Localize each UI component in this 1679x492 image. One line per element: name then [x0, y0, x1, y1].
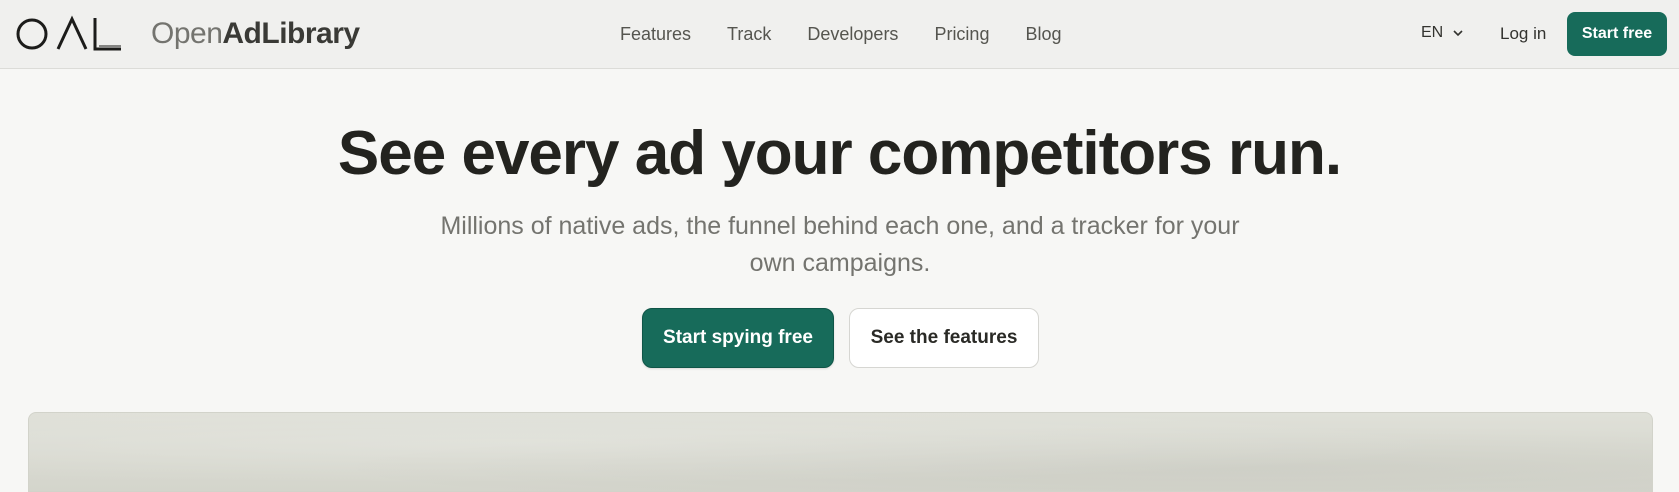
- brand-name-light: Open: [151, 17, 223, 50]
- top-navbar: OpenAdLibrary Features Track Developers …: [0, 0, 1679, 69]
- start-free-button[interactable]: Start free: [1567, 12, 1667, 56]
- login-link[interactable]: Log in: [1500, 24, 1546, 44]
- chevron-down-icon: [1453, 29, 1463, 36]
- nav-link-track[interactable]: Track: [727, 24, 771, 45]
- preview-texture: [29, 413, 1652, 491]
- hero-cta-row: Start spying free See the features: [642, 308, 1039, 368]
- hero-title: See every ad your competitors run.: [337, 119, 1342, 188]
- see-features-button[interactable]: See the features: [849, 308, 1039, 368]
- hero-subtitle: Millions of native ads, the funnel behin…: [440, 212, 1240, 277]
- nav-link-features[interactable]: Features: [620, 24, 691, 45]
- brand-logo-link[interactable]: OpenAdLibrary: [15, 14, 360, 54]
- product-preview-image: [28, 412, 1653, 492]
- brand-name-bold: AdLibrary: [222, 17, 360, 50]
- nav-link-pricing[interactable]: Pricing: [934, 24, 989, 45]
- brand-mark-icon: [16, 15, 121, 51]
- main-nav: Features Track Developers Pricing Blog: [620, 0, 1062, 69]
- brand-name: OpenAdLibrary: [151, 17, 360, 51]
- nav-link-developers[interactable]: Developers: [807, 24, 898, 45]
- nav-link-blog[interactable]: Blog: [1025, 24, 1061, 45]
- language-selector[interactable]: EN: [1421, 24, 1463, 42]
- language-label: EN: [1421, 24, 1444, 41]
- start-spying-free-button[interactable]: Start spying free: [642, 308, 834, 368]
